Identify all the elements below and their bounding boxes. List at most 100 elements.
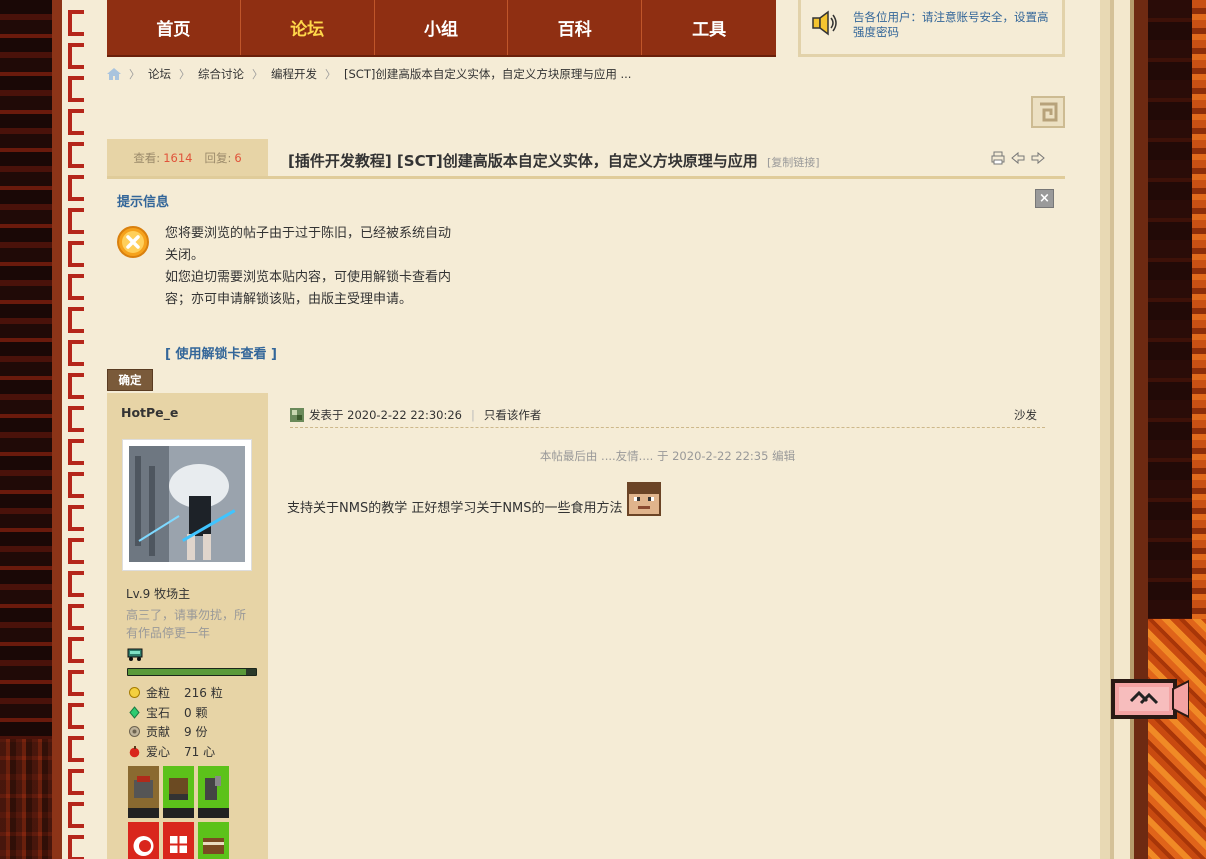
next-thread-icon[interactable] [1031,151,1045,165]
author-sidebar: HotPe_e Lv.9 牧场主 高三了，请事勿扰，所有作品停更一年 金粒 21… [107,393,268,859]
thread-stats: 查看: 1614 回复: 6 [107,139,268,176]
binding-ring [68,10,84,36]
breadcrumb-separator: 〉 [129,68,140,81]
stat-label: 宝石 [146,705,171,720]
breadcrumb-forum[interactable]: 论坛 [148,66,171,82]
breadcrumb-separator: 〉 [252,68,263,81]
emerald-icon [129,705,140,719]
thread-title: [插件开发教程] [SCT]创建高版本自定义实体，自定义方块原理与应用 [复制链… [288,150,820,171]
post-text: 支持关于NMS的教学 正好想学习关于NMS的一些食用方法 [287,501,623,516]
binding-ring [68,703,84,729]
medal-icon[interactable] [128,822,159,859]
medal-icon[interactable] [198,822,229,859]
stat-row-hearts: 爱心 71 心 [128,742,223,762]
post-meta: 发表于 2020-2-22 22:30:26 | 只看该作者 沙发 [290,403,1045,428]
binding-ring [68,538,84,564]
prompt-message-line1: 您将要浏览的帖子由于过于陈旧，已经被系统自动关闭。 [165,226,452,263]
main-content: 首页 论坛 小组 百科 工具 告各位用户：请注意账号安全，设置高强度密码 〉 论… [107,0,1065,859]
lava-block [1144,619,1206,859]
stat-row-contribution: 贡献 9 份 [128,722,223,742]
user-signature: 高三了，请事勿扰，所有作品停更一年 [126,608,247,640]
print-icon[interactable] [991,151,1005,165]
medal-icon[interactable] [163,822,194,859]
thread-title-text: [插件开发教程] [SCT]创建高版本自定义实体，自定义方块原理与应用 [288,152,758,170]
prompt-message: 您将要浏览的帖子由于过于陈旧，已经被系统自动关闭。 如您迫切需要浏览本贴内容，可… [165,223,455,311]
floor-number[interactable]: 沙发 [1014,407,1037,423]
medal-icon[interactable] [128,766,159,818]
main-nav: 首页 论坛 小组 百科 工具 [107,0,776,57]
breadcrumb-general[interactable]: 综合讨论 [198,66,244,82]
post-body: 支持关于NMS的教学 正好想学习关于NMS的一些食用方法 [287,482,661,516]
lava-stripe [1192,0,1206,620]
nav-item-forum[interactable]: 论坛 [241,0,375,55]
author-only-link[interactable]: 只看该作者 [484,407,542,423]
close-button[interactable]: × [1035,189,1054,208]
breadcrumb: 〉 论坛 〉 综合讨论 〉 编程开发 〉 [SCT]创建高版本自定义实体，自定义… [107,66,631,82]
binding-ring [68,637,84,663]
contribution-icon [129,726,140,738]
binding-ring [68,736,84,762]
nav-item-home[interactable]: 首页 [107,0,241,55]
steve-face-emote-icon [626,482,661,516]
gold-nugget-icon [129,687,140,699]
binding-ring [68,670,84,696]
notice-text[interactable]: 告各位用户：请注意账号安全，设置高强度密码 [853,10,1054,40]
breadcrumb-separator: 〉 [325,68,336,81]
author-name[interactable]: HotPe_e [121,405,178,420]
edit-note: 本帖最后由 ....友情.... 于 2020-2-22 22:35 编辑 [539,449,796,463]
minecart-icon [127,648,143,661]
copy-link[interactable]: [复制链接] [767,156,820,169]
binding-ring [68,340,84,366]
level-progress-fill [128,669,246,675]
user-stats: 金粒 216 粒 宝石 0 颗 贡献 9 份 爱心 71 心 [128,683,223,761]
stat-label: 贡献 [146,725,171,740]
prompt-message-line2: 如您迫切需要浏览本贴内容，可使用解锁卡查看内容；亦可申请解锁该贴，由版主受理申请… [165,270,452,307]
stat-value: 0 颗 [184,705,208,720]
medal-icon[interactable] [163,766,194,818]
avatar[interactable] [122,439,252,571]
breadcrumb-programming[interactable]: 编程开发 [271,66,317,82]
confirm-button[interactable]: 确定 [107,369,153,391]
apple-heart-icon [129,745,140,758]
nav-item-tools[interactable]: 工具 [642,0,776,55]
level-progress-bar [127,668,257,676]
post-time: 发表于 2020-2-22 22:30:26 [309,408,462,422]
stat-label: 爱心 [146,744,171,759]
breadcrumb-thread[interactable]: [SCT]创建高版本自定义实体，自定义方块原理与应用 ... [344,66,631,82]
nav-item-wiki[interactable]: 百科 [508,0,643,55]
return-list-icon[interactable] [1031,96,1065,128]
error-icon [117,226,149,258]
binding-ring [68,142,84,168]
binding-ring [68,406,84,432]
binding-ring [68,604,84,630]
stat-row-gold: 金粒 216 粒 [128,683,223,703]
stat-value: 216 粒 [184,686,223,701]
page-edge [1100,0,1148,859]
prompt-title: 提示信息 [117,195,170,210]
binding-ring [68,769,84,795]
left-decor-background [0,0,56,859]
prev-thread-icon[interactable] [1011,151,1025,165]
nav-item-group[interactable]: 小组 [375,0,509,55]
medal-icon[interactable] [198,766,229,818]
pig-float-icon[interactable] [1111,675,1189,723]
views-count: 1614 [163,150,193,165]
binding-ring [68,76,84,102]
binding-ring [68,175,84,201]
binding-ring [68,505,84,531]
binding-ring [68,274,84,300]
binding-ring [68,802,84,828]
online-status-icon [290,408,304,422]
binding-ring [68,109,84,135]
replies-count: 6 [234,150,242,165]
views-label: 查看: [133,150,161,165]
stat-value: 9 份 [184,725,208,740]
binding-ring [68,307,84,333]
stat-value: 71 心 [184,744,216,759]
binding-ring [68,571,84,597]
replies-label: 回复: [204,150,232,165]
stat-row-gems: 宝石 0 颗 [128,703,223,723]
home-icon[interactable] [107,68,121,80]
avatar-image [129,446,245,562]
unlock-card-link[interactable]: [ 使用解锁卡查看 ] [165,343,277,362]
